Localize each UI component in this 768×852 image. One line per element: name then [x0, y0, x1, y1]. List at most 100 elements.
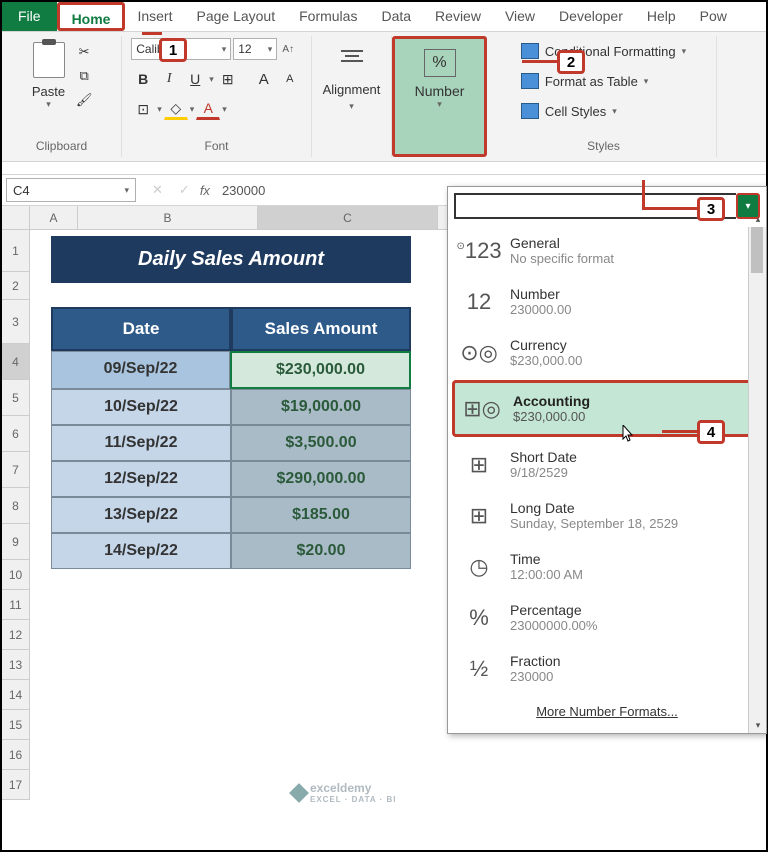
tab-home[interactable]: Home [57, 2, 126, 31]
tab-review[interactable]: Review [423, 2, 493, 31]
copy-icon[interactable]: ⧉ [73, 66, 95, 86]
cancel-icon[interactable]: ✕ [152, 182, 163, 198]
table-row[interactable]: 14/Sep/22 $20.00 [51, 533, 411, 569]
font-decrease-icon[interactable]: A [278, 68, 302, 90]
chevron-down-icon: ▾ [46, 99, 51, 110]
font-color-button[interactable]: A [196, 98, 220, 120]
alignment-label: Alignment [323, 82, 381, 97]
tab-file[interactable]: File [2, 2, 57, 31]
group-label-styles: Styles [587, 139, 620, 155]
format-as-table-button[interactable]: Format as Table▾ [521, 68, 649, 94]
row-headers: 1 2 3 4 5 6 7 8 9 10 11 12 13 14 15 16 1… [2, 230, 30, 800]
col-header-b[interactable]: B [78, 206, 258, 229]
tab-developer[interactable]: Developer [547, 2, 635, 31]
cell-styles-icon [521, 103, 539, 119]
row-header-1[interactable]: 1 [2, 230, 30, 272]
cell-amount: $290,000.00 [231, 461, 411, 497]
cell-amount: $20.00 [231, 533, 411, 569]
cut-icon[interactable]: ✂ [73, 42, 95, 62]
group-label-clipboard: Clipboard [36, 139, 87, 155]
tab-power[interactable]: Pow [688, 2, 739, 31]
format-currency[interactable]: ⊙◎ Currency$230,000.00 [448, 327, 766, 378]
alignment-icon[interactable] [334, 38, 370, 74]
tab-page-layout[interactable]: Page Layout [184, 2, 287, 31]
table-row[interactable]: 11/Sep/22 $3,500.00 [51, 425, 411, 461]
row-header-12[interactable]: 12 [2, 620, 30, 650]
row-header-10[interactable]: 10 [2, 560, 30, 590]
row-header-5[interactable]: 5 [2, 380, 30, 416]
ribbon-tabs: File Home Insert Page Layout Formulas Da… [2, 2, 766, 32]
italic-button[interactable]: I [157, 68, 181, 90]
row-header-13[interactable]: 13 [2, 650, 30, 680]
row-header-6[interactable]: 6 [2, 416, 30, 452]
format-time[interactable]: ◷ Time12:00:00 AM [448, 541, 766, 592]
col-header-a[interactable]: A [30, 206, 78, 229]
dropdown-scrollbar[interactable]: ▴ ▾ [748, 227, 766, 733]
table-row[interactable]: 13/Sep/22 $185.00 [51, 497, 411, 533]
border-button[interactable]: ⊞ [216, 68, 240, 90]
format-short-date[interactable]: ⊞ Short Date9/18/2529 [448, 439, 766, 490]
border-dropdown[interactable]: ⊡ [131, 98, 155, 120]
row-header-3[interactable]: 3 [2, 300, 30, 344]
group-label-font: Font [204, 139, 228, 155]
scroll-thumb[interactable] [751, 227, 763, 273]
format-percentage[interactable]: % Percentage23000000.00% [448, 592, 766, 643]
table-row[interactable]: 12/Sep/22 $290,000.00 [51, 461, 411, 497]
format-fraction[interactable]: ½ Fraction230000 [448, 643, 766, 694]
row-header-4[interactable]: 4 [2, 344, 30, 380]
tab-data[interactable]: Data [369, 2, 423, 31]
number-format-button[interactable]: % Number ▾ [392, 36, 487, 157]
select-all[interactable] [2, 206, 30, 229]
more-number-formats[interactable]: More Number Formats... [448, 694, 766, 733]
currency-icon: ⊙◎ [462, 339, 496, 367]
row-header-2[interactable]: 2 [2, 272, 30, 300]
row-header-11[interactable]: 11 [2, 590, 30, 620]
tab-formulas[interactable]: Formulas [287, 2, 369, 31]
short-date-icon: ⊞ [462, 451, 496, 479]
cell-date: 13/Sep/22 [51, 497, 231, 533]
tab-view[interactable]: View [493, 2, 547, 31]
header-amount: Sales Amount [231, 307, 411, 351]
row-header-7[interactable]: 7 [2, 452, 30, 488]
cell-amount: $185.00 [231, 497, 411, 533]
cell-amount: $19,000.00 [231, 389, 411, 425]
format-number[interactable]: 12 Number230000.00 [448, 276, 766, 327]
font-size-select[interactable]: 12▾ [233, 38, 277, 60]
scroll-down-icon[interactable]: ▾ [749, 717, 767, 733]
format-painter-icon[interactable]: 🖌 [73, 90, 95, 110]
format-general[interactable]: ⊙123 GeneralNo specific format [448, 225, 766, 276]
paste-icon [33, 42, 65, 78]
col-header-c[interactable]: C [258, 206, 438, 229]
row-header-15[interactable]: 15 [2, 710, 30, 740]
row-header-16[interactable]: 16 [2, 740, 30, 770]
row-header-17[interactable]: 17 [2, 770, 30, 800]
header-date: Date [51, 307, 231, 351]
underline-button[interactable]: U [183, 68, 207, 90]
fill-color-button[interactable]: ◇ [164, 98, 188, 120]
tab-help[interactable]: Help [635, 2, 688, 31]
row-header-9[interactable]: 9 [2, 524, 30, 560]
table-row[interactable]: 10/Sep/22 $19,000.00 [51, 389, 411, 425]
scroll-up-icon[interactable]: ▴ [749, 211, 767, 227]
row-header-8[interactable]: 8 [2, 488, 30, 524]
ribbon: Paste ▾ ✂ ⧉ 🖌 Clipboard Calibri▾ 12▾ A↑ … [2, 32, 766, 162]
cell-date: 11/Sep/22 [51, 425, 231, 461]
callout-3: 3 [697, 197, 725, 221]
format-search-input[interactable] [454, 193, 736, 219]
group-alignment: Alignment ▾ [312, 36, 392, 157]
cell-styles-button[interactable]: Cell Styles▾ [521, 98, 617, 124]
tab-insert[interactable]: Insert [125, 2, 184, 31]
grow-font-icon[interactable]: A↑ [279, 38, 297, 60]
bold-button[interactable]: B [131, 68, 155, 90]
paste-button[interactable]: Paste ▾ [28, 38, 69, 114]
format-long-date[interactable]: ⊞ Long DateSunday, September 18, 2529 [448, 490, 766, 541]
font-increase-icon[interactable]: A [252, 68, 276, 90]
enter-icon[interactable]: ✓ [179, 182, 190, 198]
fx-icon[interactable]: fx [200, 183, 210, 198]
cell-date: 12/Sep/22 [51, 461, 231, 497]
group-label-alignment [350, 139, 353, 155]
name-box[interactable]: C4▾ [6, 178, 136, 202]
row-header-14[interactable]: 14 [2, 680, 30, 710]
table-row[interactable]: 09/Sep/22 $230,000.00 [51, 351, 411, 389]
callout-2: 2 [557, 50, 585, 74]
